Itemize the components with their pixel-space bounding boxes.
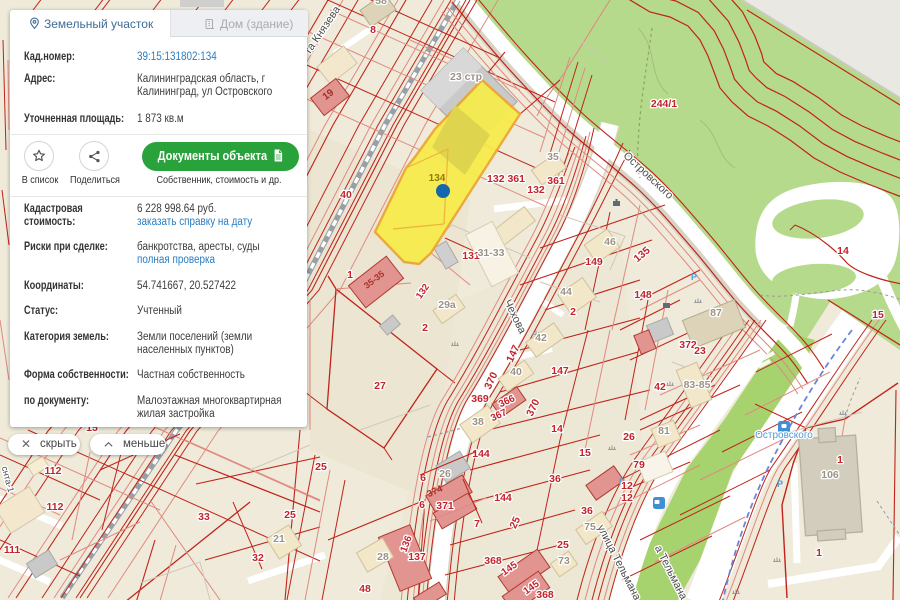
svg-text:35: 35 xyxy=(547,151,559,163)
svg-text:42: 42 xyxy=(535,332,547,344)
svg-text:26: 26 xyxy=(439,468,451,480)
svg-text:144: 144 xyxy=(494,492,512,504)
svg-text:2: 2 xyxy=(570,306,576,318)
svg-text:368: 368 xyxy=(536,589,554,600)
svg-text:28: 28 xyxy=(377,551,389,563)
svg-text:44: 44 xyxy=(560,286,572,298)
svg-text:132: 132 xyxy=(527,184,545,196)
svg-text:371: 371 xyxy=(436,500,454,512)
svg-text:149: 149 xyxy=(585,256,603,268)
svg-text:147: 147 xyxy=(551,365,569,377)
svg-text:87: 87 xyxy=(710,307,722,319)
svg-text:46: 46 xyxy=(604,236,616,248)
svg-text:112: 112 xyxy=(47,501,64,513)
svg-text:23 стр: 23 стр xyxy=(450,71,482,83)
svg-text:73: 73 xyxy=(558,555,570,567)
svg-text:6: 6 xyxy=(419,499,425,511)
svg-text:369: 369 xyxy=(471,393,489,405)
svg-text:112: 112 xyxy=(45,465,62,477)
svg-text:P: P xyxy=(691,272,697,282)
svg-text:27: 27 xyxy=(374,380,386,392)
svg-text:14: 14 xyxy=(551,423,563,435)
svg-text:25: 25 xyxy=(315,461,327,473)
svg-text:12: 12 xyxy=(621,492,633,504)
svg-text:148: 148 xyxy=(634,289,652,301)
svg-text:14: 14 xyxy=(837,245,849,257)
svg-text:25: 25 xyxy=(284,509,296,521)
svg-text:42: 42 xyxy=(654,381,666,393)
svg-text:2: 2 xyxy=(422,322,428,334)
svg-text:23: 23 xyxy=(694,345,706,357)
svg-text:1: 1 xyxy=(347,269,353,281)
svg-text:33: 33 xyxy=(198,511,210,523)
svg-text:83-85: 83-85 xyxy=(684,379,711,391)
svg-text:25: 25 xyxy=(557,539,569,551)
svg-text:137: 137 xyxy=(408,551,426,563)
svg-text:Островского: Островского xyxy=(755,430,813,441)
svg-text:144: 144 xyxy=(472,448,490,460)
svg-text:32: 32 xyxy=(252,552,264,564)
svg-text:12: 12 xyxy=(621,480,633,492)
svg-text:40: 40 xyxy=(510,366,522,378)
svg-text:79: 79 xyxy=(633,459,645,471)
svg-text:36: 36 xyxy=(581,505,593,517)
svg-text:1: 1 xyxy=(816,547,822,559)
svg-text:48: 48 xyxy=(359,583,371,595)
svg-text:8: 8 xyxy=(370,24,376,36)
svg-text:361: 361 xyxy=(547,175,565,187)
svg-text:38: 38 xyxy=(472,416,484,428)
svg-text:31-33: 31-33 xyxy=(478,247,505,259)
svg-text:26: 26 xyxy=(623,431,635,443)
svg-text:368: 368 xyxy=(484,555,502,567)
svg-text:134: 134 xyxy=(429,173,446,184)
svg-text:111: 111 xyxy=(4,544,21,556)
svg-text:40: 40 xyxy=(340,189,352,201)
svg-text:58: 58 xyxy=(375,0,387,7)
svg-text:P: P xyxy=(777,479,783,489)
svg-text:36: 36 xyxy=(549,473,561,485)
svg-text:29а: 29а xyxy=(438,299,456,311)
svg-text:75: 75 xyxy=(584,521,596,533)
svg-text:15: 15 xyxy=(872,309,884,321)
svg-text:81: 81 xyxy=(658,425,670,437)
svg-text:7: 7 xyxy=(474,518,480,530)
svg-text:15: 15 xyxy=(579,447,591,459)
svg-text:132 361: 132 361 xyxy=(487,173,525,185)
svg-text:106: 106 xyxy=(821,469,839,481)
svg-text:21: 21 xyxy=(273,533,285,545)
svg-text:244/1: 244/1 xyxy=(651,98,677,110)
svg-text:1: 1 xyxy=(837,454,843,466)
